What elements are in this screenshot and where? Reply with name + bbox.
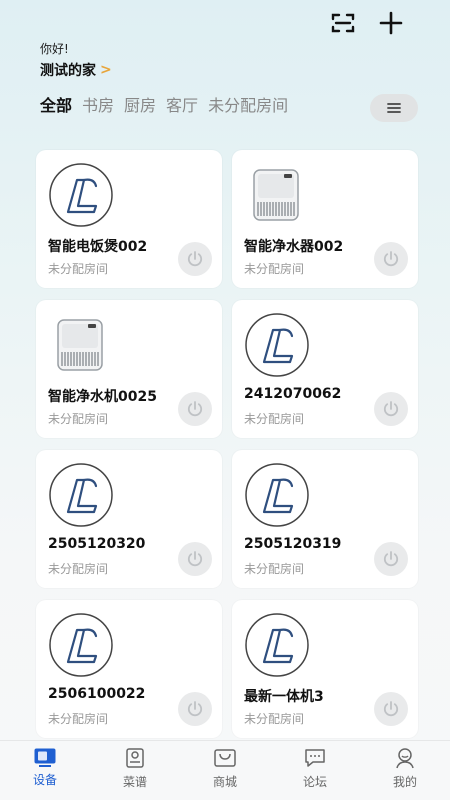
shop-icon xyxy=(214,749,236,767)
device-card[interactable]: 2506100022 未分配房间 xyxy=(36,600,222,738)
device-name: 2505120320 xyxy=(48,536,146,552)
device-name: 2505120319 xyxy=(244,536,342,552)
device-room: 未分配房间 xyxy=(244,562,305,576)
device-room: 未分配房间 xyxy=(244,412,305,426)
device-card[interactable]: 2505120320 未分配房间 xyxy=(36,450,222,588)
device-logo-icon xyxy=(48,612,114,678)
device-name: 2412070062 xyxy=(244,386,342,402)
power-icon xyxy=(383,401,399,417)
device-card[interactable]: 2412070062 未分配房间 xyxy=(232,300,418,438)
power-button[interactable] xyxy=(374,392,408,426)
nav-label: 菜谱 xyxy=(122,775,147,789)
nav-device[interactable]: 设备 xyxy=(10,747,80,788)
water-purifier-icon xyxy=(48,312,114,378)
device-card[interactable]: 智能电饭煲002 未分配房间 xyxy=(36,150,222,288)
tab-kitchen[interactable]: 厨房 xyxy=(124,92,156,116)
tab-living-room[interactable]: 客厅 xyxy=(166,92,198,116)
device-name: 最新一体机3 xyxy=(244,689,324,705)
nav-recipe[interactable]: 菜谱 xyxy=(100,747,170,790)
device-logo-icon xyxy=(48,462,114,528)
tab-study[interactable]: 书房 xyxy=(82,92,114,116)
nav-label: 论坛 xyxy=(302,775,327,789)
profile-icon xyxy=(396,748,414,769)
power-icon xyxy=(383,701,399,717)
home-name: 测试的家 xyxy=(40,63,96,79)
power-button[interactable] xyxy=(178,392,212,426)
device-logo-icon xyxy=(244,462,310,528)
power-icon xyxy=(187,701,203,717)
room-tabs: 全部 书房 厨房 客厅 未分配房间 xyxy=(40,92,288,116)
device-room: 未分配房间 xyxy=(244,712,305,726)
power-button[interactable] xyxy=(178,692,212,726)
menu-button[interactable] xyxy=(370,94,418,122)
power-icon xyxy=(187,401,203,417)
home-selector[interactable]: 测试的家 > xyxy=(40,60,112,80)
plus-icon[interactable] xyxy=(376,8,406,38)
menu-icon xyxy=(387,103,401,113)
greeting-text: 你好! xyxy=(40,42,69,56)
device-name: 智能净水器002 xyxy=(244,239,344,255)
device-card[interactable]: 智能净水器002 未分配房间 xyxy=(232,150,418,288)
power-icon xyxy=(187,251,203,267)
forum-icon xyxy=(305,749,325,767)
device-room: 未分配房间 xyxy=(48,562,109,576)
nav-shop[interactable]: 商城 xyxy=(190,747,260,790)
recipe-icon xyxy=(126,748,144,768)
tab-all[interactable]: 全部 xyxy=(40,92,72,116)
power-button[interactable] xyxy=(178,242,212,276)
nav-label: 商城 xyxy=(212,775,237,789)
nav-label: 我的 xyxy=(392,775,417,789)
device-icon xyxy=(34,748,56,767)
device-logo-icon xyxy=(244,612,310,678)
nav-profile[interactable]: 我的 xyxy=(370,747,440,790)
nav-forum[interactable]: 论坛 xyxy=(280,747,350,790)
power-button[interactable] xyxy=(374,692,408,726)
power-button[interactable] xyxy=(374,242,408,276)
power-button[interactable] xyxy=(374,542,408,576)
nav-label: 设备 xyxy=(32,773,57,787)
chevron-right-icon: > xyxy=(100,62,112,78)
tab-unassigned[interactable]: 未分配房间 xyxy=(208,92,288,116)
top-actions xyxy=(328,8,406,38)
device-room: 未分配房间 xyxy=(48,262,109,276)
bottom-nav: 设备 菜谱 商城 论坛 我的 xyxy=(0,740,450,800)
device-grid: 智能电饭煲002 未分配房间 智能净水器002 未分配房间 智能净水机0025 未分配房间… xyxy=(36,150,418,738)
device-name: 智能电饭煲002 xyxy=(48,239,148,255)
device-card[interactable]: 最新一体机3 未分配房间 xyxy=(232,600,418,738)
device-logo-icon xyxy=(244,312,310,378)
device-room: 未分配房间 xyxy=(48,412,109,426)
device-room: 未分配房间 xyxy=(244,262,305,276)
power-icon xyxy=(383,551,399,567)
power-button[interactable] xyxy=(178,542,212,576)
device-room: 未分配房间 xyxy=(48,712,109,726)
scan-icon[interactable] xyxy=(328,8,358,38)
device-name: 智能净水机0025 xyxy=(48,389,157,405)
device-logo-icon xyxy=(48,162,114,228)
device-card[interactable]: 智能净水机0025 未分配房间 xyxy=(36,300,222,438)
device-card[interactable]: 2505120319 未分配房间 xyxy=(232,450,418,588)
power-icon xyxy=(383,251,399,267)
device-name: 2506100022 xyxy=(48,686,146,702)
power-icon xyxy=(187,551,203,567)
water-purifier-icon xyxy=(244,162,310,228)
